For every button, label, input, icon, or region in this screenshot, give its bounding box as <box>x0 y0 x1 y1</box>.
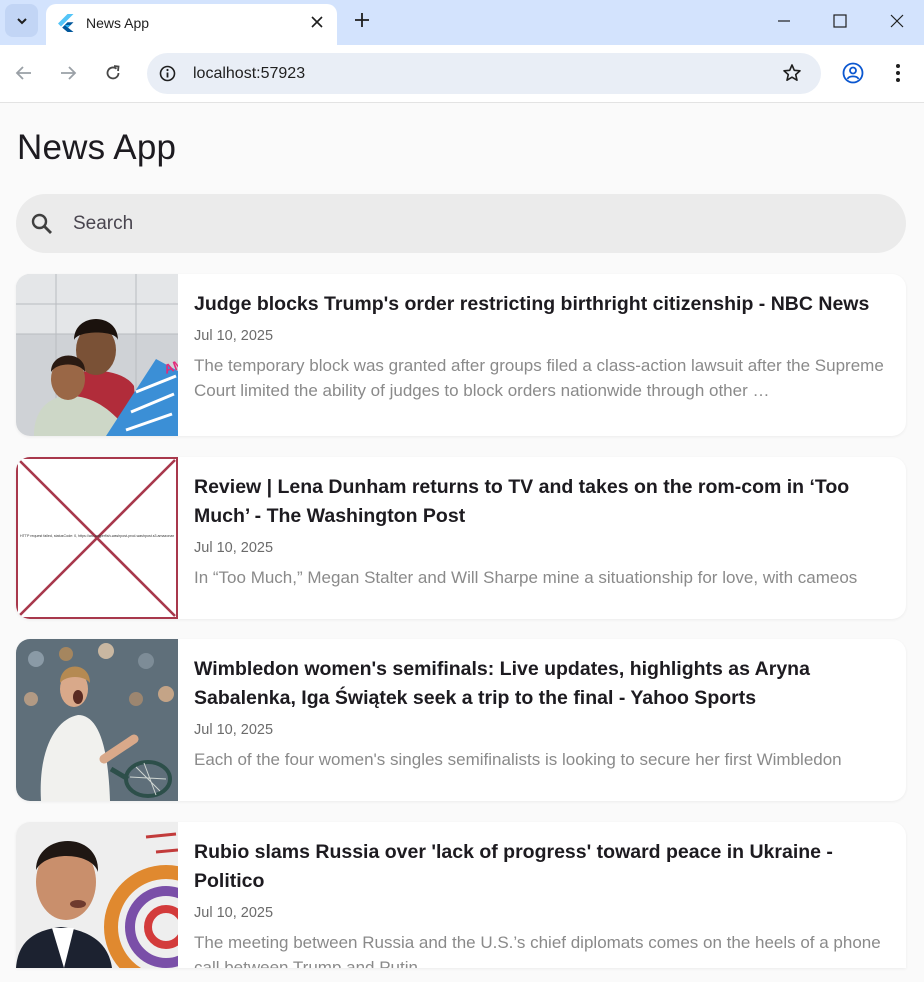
page-title: News App <box>17 128 177 167</box>
article-card[interactable]: Wimbledon women's semifinals: Live updat… <box>16 639 906 801</box>
bookmark-star-icon[interactable] <box>782 63 802 83</box>
article-body: Rubio slams Russia over 'lack of progres… <box>194 838 890 968</box>
article-body: Wimbledon women's semifinals: Live updat… <box>194 655 890 774</box>
article-card[interactable]: Rubio slams Russia over 'lack of progres… <box>16 822 906 968</box>
article-body: Review | Lena Dunham returns to TV and t… <box>194 473 890 592</box>
article-date: Jul 10, 2025 <box>194 328 274 344</box>
profile-icon[interactable] <box>841 61 865 85</box>
article-title[interactable]: Wimbledon women's semifinals: Live updat… <box>194 655 890 713</box>
url-text: localhost:57923 <box>193 65 306 82</box>
forward-icon[interactable] <box>56 61 80 85</box>
article-date: Jul 10, 2025 <box>194 905 274 921</box>
tab-search-button[interactable] <box>5 4 38 37</box>
flutter-logo-icon <box>58 14 74 32</box>
article-title[interactable]: Judge blocks Trump's order restricting b… <box>194 290 890 319</box>
browser-toolbar: localhost:57923 <box>0 45 924 103</box>
article-body: Judge blocks Trump's order restricting b… <box>194 290 890 403</box>
search-bar[interactable] <box>16 194 906 253</box>
broken-image-placeholder: HTTP request failed, statusCode: 0, http… <box>16 457 178 619</box>
more-menu-icon[interactable] <box>886 61 910 85</box>
site-info-icon[interactable] <box>159 65 176 82</box>
article-title[interactable]: Review | Lena Dunham returns to TV and t… <box>194 473 890 531</box>
article-thumbnail <box>16 639 178 801</box>
article-title[interactable]: Rubio slams Russia over 'lack of progres… <box>194 838 890 896</box>
image-error-text: HTTP request failed, statusCode: 0, http… <box>20 534 174 538</box>
new-tab-icon[interactable] <box>352 10 372 30</box>
browser-tab-strip: News App <box>0 0 924 45</box>
back-icon[interactable] <box>12 61 36 85</box>
article-date: Jul 10, 2025 <box>194 540 274 556</box>
minimize-icon[interactable] <box>772 10 796 32</box>
maximize-icon[interactable] <box>828 10 852 32</box>
article-description: Each of the four women's singles semifin… <box>194 750 842 769</box>
article-card[interactable]: AM Judge blocks Trump's order restrictin… <box>16 274 906 436</box>
address-bar[interactable]: localhost:57923 <box>147 53 821 94</box>
article-description: In “Too Much,” Megan Stalter and Will Sh… <box>194 568 858 587</box>
search-input[interactable] <box>71 204 875 244</box>
tab-title: News App <box>86 15 150 31</box>
chevron-down-icon <box>16 17 27 24</box>
reload-icon[interactable] <box>101 61 125 85</box>
article-description: The meeting between Russia and the U.S.’… <box>194 933 881 968</box>
search-icon <box>31 213 52 234</box>
article-thumbnail <box>16 822 178 968</box>
close-window-icon[interactable] <box>885 10 909 32</box>
article-description: The temporary block was granted after gr… <box>194 356 884 400</box>
article-date: Jul 10, 2025 <box>194 722 274 738</box>
article-thumbnail: AM <box>16 274 178 436</box>
browser-tab[interactable]: News App <box>46 4 337 45</box>
article-card[interactable]: HTTP request failed, statusCode: 0, http… <box>16 457 906 619</box>
close-tab-icon[interactable] <box>307 12 327 32</box>
